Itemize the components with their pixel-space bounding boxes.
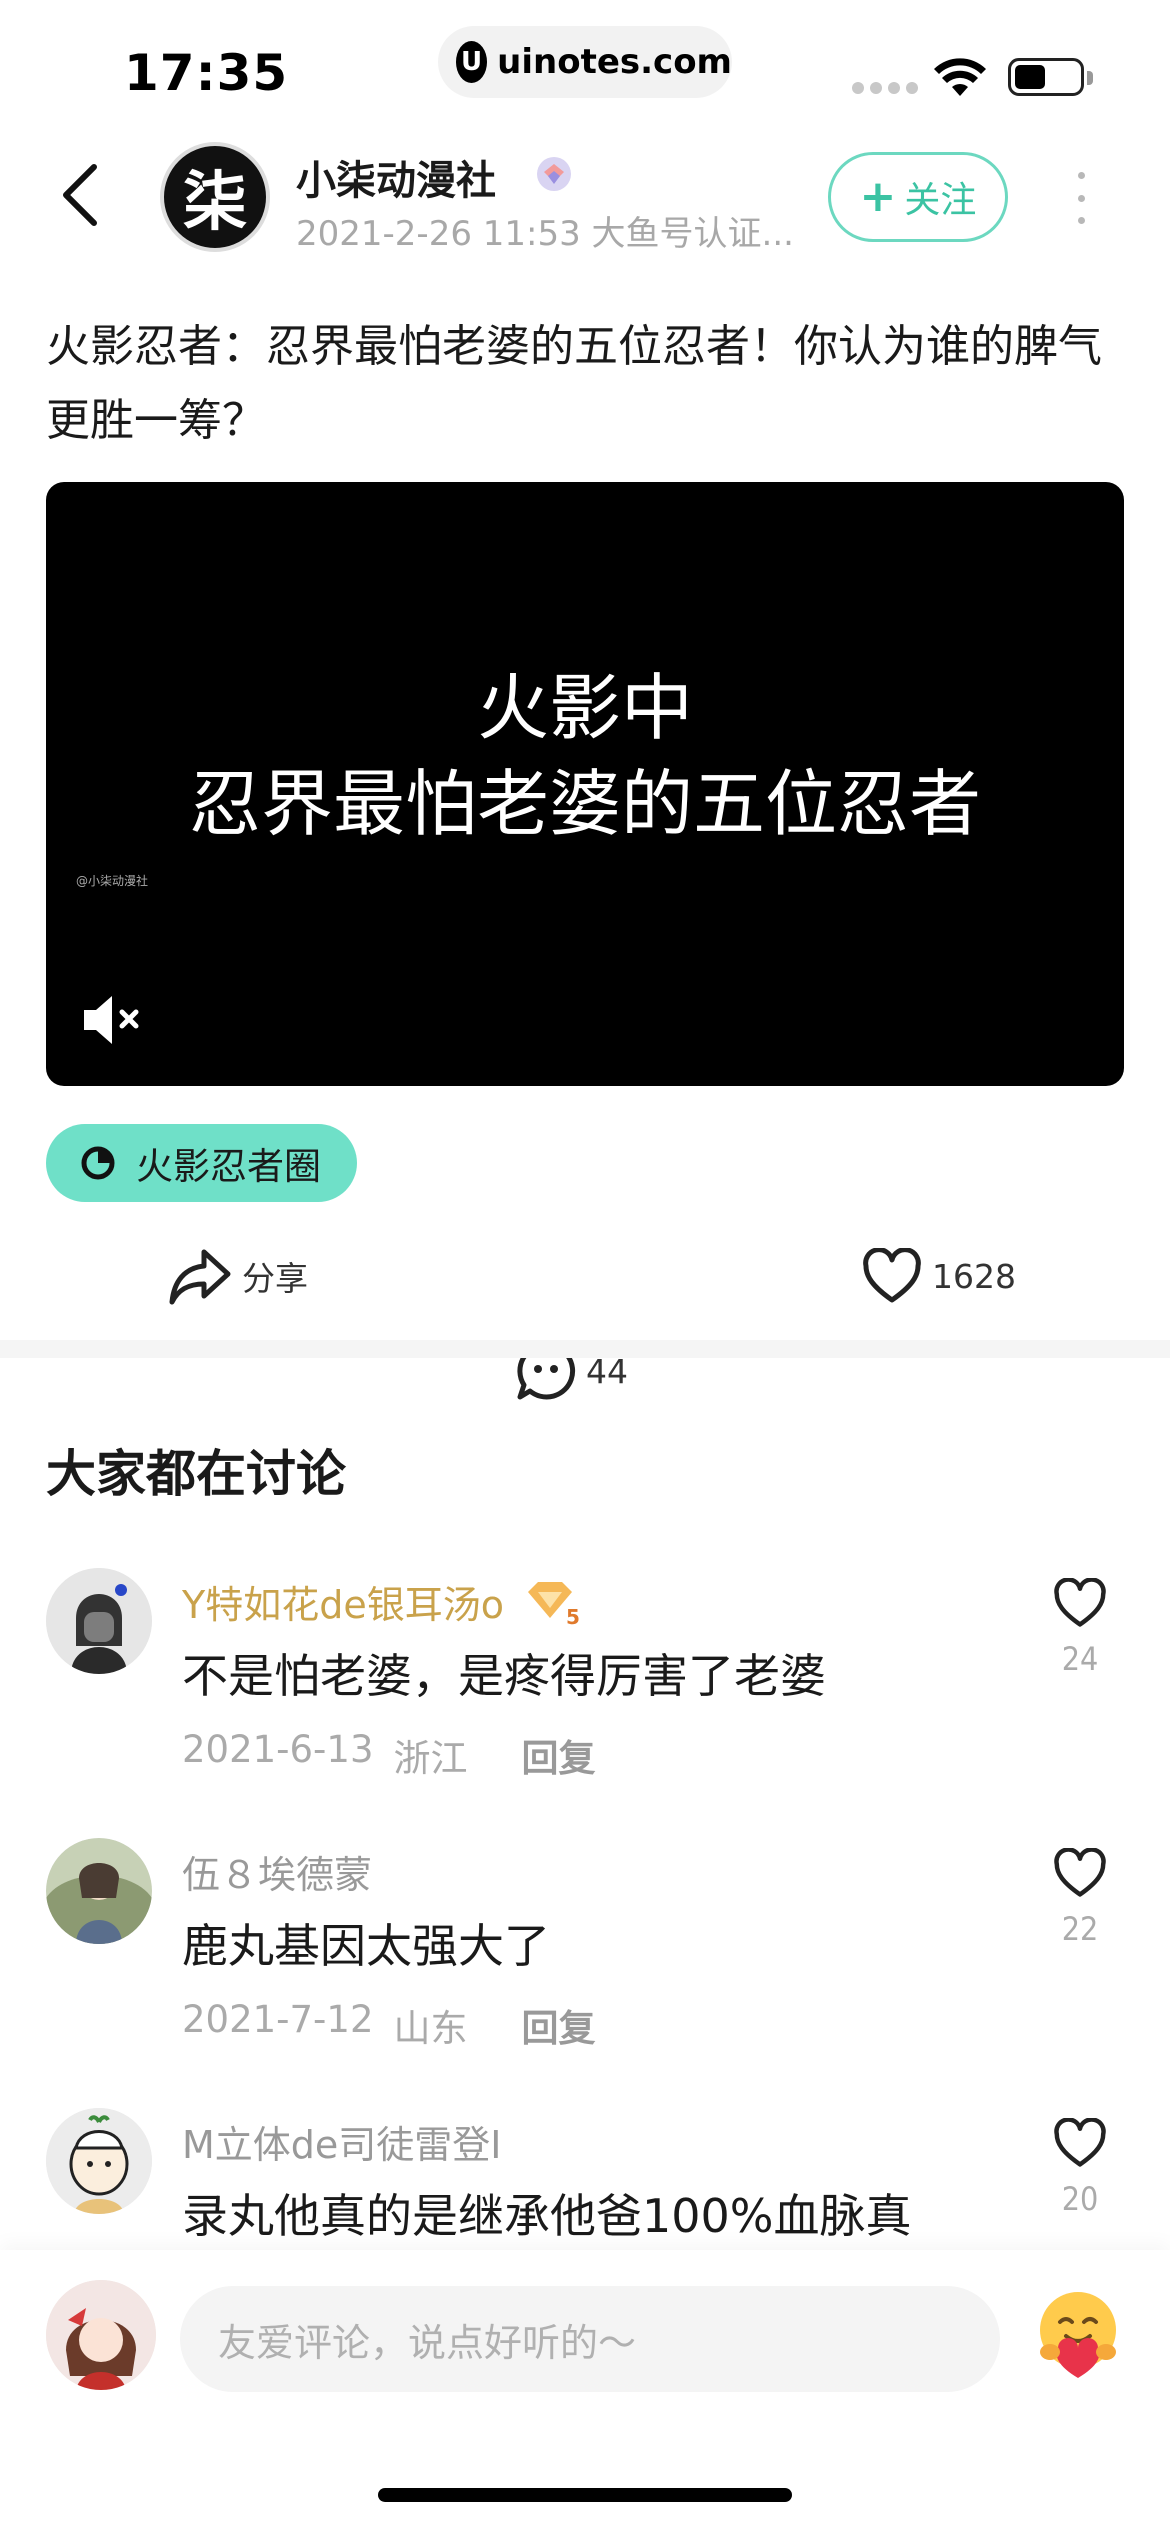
commenter-avatar[interactable] <box>46 1568 152 1674</box>
battery-icon <box>1008 58 1093 96</box>
comments-section-title: 大家都在讨论 <box>46 1445 346 1503</box>
author-name[interactable]: 小柒动漫社 <box>296 148 496 206</box>
emoji-icon[interactable] <box>1030 2286 1126 2382</box>
topic-tag-label: 火影忍者圈 <box>136 1145 321 1188</box>
comment-like-count: 20 <box>1061 2180 1099 2218</box>
commenter-name-text: M立体de司徒雷登I <box>182 2123 502 2167</box>
commenter-avatar[interactable] <box>46 1838 152 1944</box>
comment-like-button[interactable]: 22 <box>1048 1847 1112 1948</box>
level-badge-icon: 5 <box>527 1581 580 1626</box>
comment-date: 2021-7-12 <box>182 1998 374 2041</box>
commenter-name[interactable]: 伍８埃德蒙 <box>182 1844 372 1899</box>
comment-like-count: 24 <box>1061 1640 1099 1678</box>
comment-button[interactable]: 44 <box>516 1236 1170 1506</box>
share-button[interactable]: 分享 <box>168 1236 308 1316</box>
author-avatar[interactable]: 柒 <box>160 142 270 252</box>
heart-icon <box>863 1248 921 1303</box>
share-label: 分享 <box>242 1259 308 1298</box>
like-count: 1628 <box>932 1256 1016 1296</box>
mute-icon[interactable] <box>80 992 144 1048</box>
heart-icon <box>1054 2117 1106 2167</box>
video-caption-line2: 忍界最怕老婆的五位忍者 <box>188 762 981 846</box>
commenter-name-text: 伍８埃德蒙 <box>182 1853 373 1897</box>
circle-tag-icon <box>81 1146 115 1180</box>
section-divider <box>0 1340 1170 1358</box>
reply-button[interactable]: 回复 <box>522 1728 596 1782</box>
url-text: uinotes.com <box>497 42 732 82</box>
post-actions: 分享 44 1628 <box>0 1236 1170 1400</box>
level-badge-number: 5 <box>566 1605 580 1626</box>
status-time: 17:35 <box>124 44 289 102</box>
status-bar: 17:35 U uinotes.com <box>0 0 1170 140</box>
heart-icon <box>1054 1847 1106 1897</box>
comment-item: 伍８埃德蒙 鹿丸基因太强大了 2021-7-12 山东 回复 22 <box>0 1830 1170 2100</box>
like-button[interactable]: 1628 <box>862 1236 1016 1316</box>
comment-like-button[interactable]: 24 <box>1048 1577 1112 1678</box>
comment-location: 浙江 <box>393 1737 468 1780</box>
verified-badge-icon <box>537 157 571 191</box>
comment-text: 录丸他真的是继承他爸100%血脉真 <box>182 2189 912 2243</box>
more-dot <box>1077 217 1085 224</box>
current-user-avatar[interactable] <box>46 2280 156 2390</box>
commenter-name-text: Y特如花de银耳汤o <box>182 1583 504 1627</box>
comment-meta: 2021-6-13 浙江 回复 <box>182 1728 596 1782</box>
commenter-name[interactable]: M立体de司徒雷登I <box>182 2114 502 2169</box>
wifi-icon <box>934 58 986 96</box>
follow-button[interactable]: + 关注 <box>828 152 1008 242</box>
home-indicator[interactable] <box>378 2488 792 2502</box>
plus-icon: + <box>859 171 897 222</box>
heart-icon <box>1054 1577 1106 1627</box>
comment-like-button[interactable]: 20 <box>1048 2117 1112 2218</box>
follow-label: 关注 <box>904 180 977 221</box>
more-options-button[interactable] <box>1066 172 1096 224</box>
video-player[interactable]: 火影中 忍界最怕老婆的五位忍者 @小柒动漫社 <box>46 482 1124 1086</box>
comment-text: 鹿丸基因太强大了 <box>182 1919 550 1973</box>
commenter-name[interactable]: Y特如花de银耳汤o 5 <box>182 1574 584 1629</box>
url-pill[interactable]: U uinotes.com <box>438 26 732 98</box>
more-dot <box>1077 172 1085 179</box>
topic-tag-chip[interactable]: 火影忍者圈 <box>46 1124 357 1202</box>
comment-date: 2021-6-13 <box>182 1728 374 1771</box>
comment-item: M立体de司徒雷登I 录丸他真的是继承他爸100%血脉真 20 <box>0 2100 1170 2250</box>
video-caption-line1: 火影中 <box>476 666 693 750</box>
more-dot <box>1077 194 1085 202</box>
video-caption: 火影中 忍界最怕老婆的五位忍者 <box>46 660 1124 852</box>
post-meta: 2021-2-26 11:53 大鱼号认证... <box>296 214 794 254</box>
cellular-signal-icon <box>852 82 918 94</box>
post-title: 火影忍者：忍界最怕老婆的五位忍者！你认为谁的脾气更胜一筹？ <box>46 321 1102 446</box>
back-button[interactable] <box>50 160 110 230</box>
comment-text: 不是怕老婆，是疼得厉害了老婆 <box>182 1649 826 1703</box>
video-watermark: @小柒动漫社 <box>76 874 149 888</box>
comment-input[interactable]: 友爱评论，说点好听的～ <box>180 2286 1000 2392</box>
site-logo-icon: U <box>456 41 488 83</box>
comment-item: Y特如花de银耳汤o 5 不是怕老婆，是疼得厉害了老婆 2021-6-13 浙江… <box>0 1560 1170 1830</box>
comment-meta: 2021-7-12 山东 回复 <box>182 1998 596 2052</box>
comment-list: Y特如花de银耳汤o 5 不是怕老婆，是疼得厉害了老婆 2021-6-13 浙江… <box>0 1560 1170 2250</box>
reply-button[interactable]: 回复 <box>522 1998 596 2052</box>
share-icon <box>169 1249 231 1305</box>
back-chevron-icon <box>63 164 97 226</box>
comment-like-count: 22 <box>1061 1910 1099 1948</box>
commenter-avatar[interactable] <box>46 2108 152 2214</box>
comment-location: 山东 <box>393 2007 468 2050</box>
